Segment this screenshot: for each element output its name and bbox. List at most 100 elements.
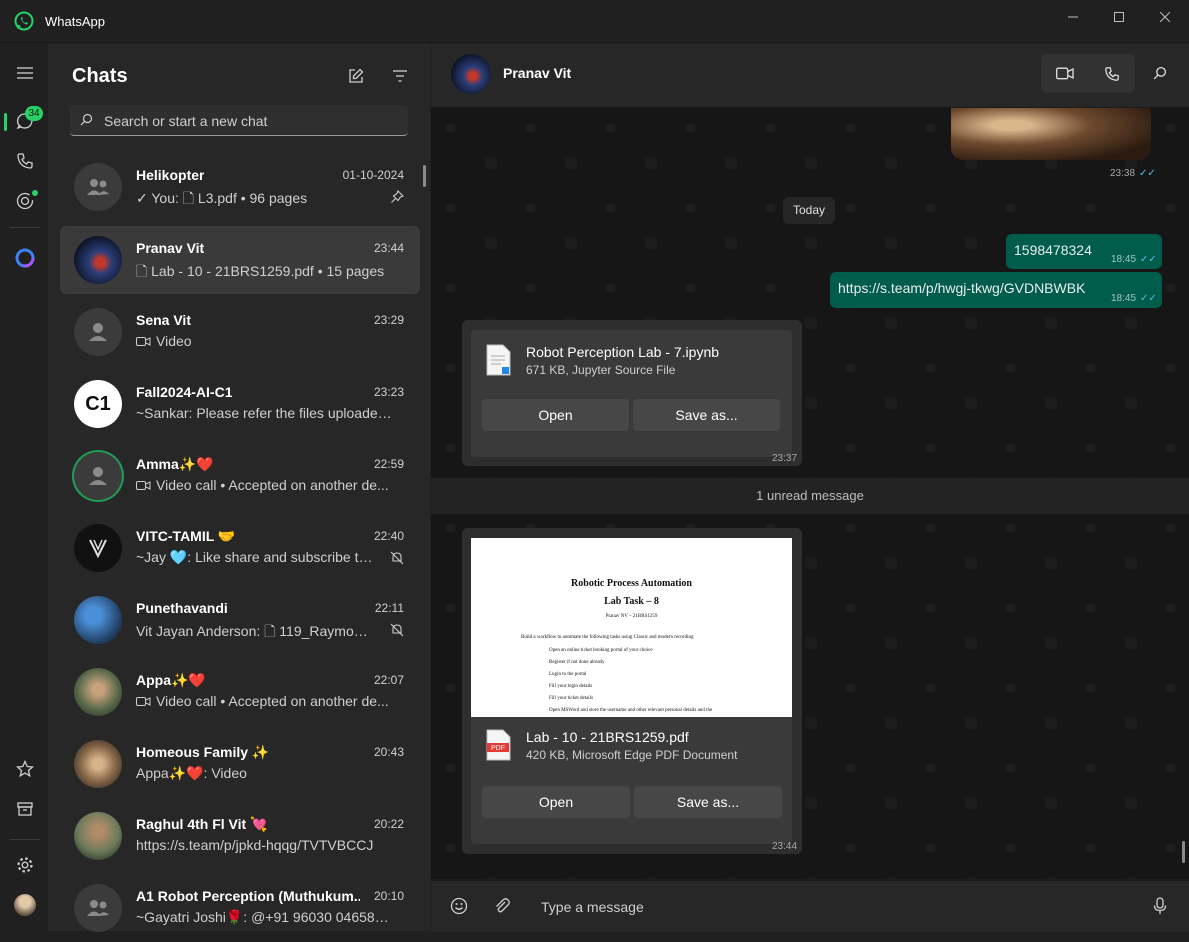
chat-item-helikopter[interactable]: Helikopter 01-10-2024 ✓ You: 🗋 L3.pdf • … [60, 153, 420, 221]
maximize-icon [1114, 12, 1124, 22]
message-time: 23:37 [772, 453, 798, 464]
maximize-button[interactable] [1096, 0, 1142, 34]
pdf-line: Open MSWord and store the username and o… [549, 708, 713, 713]
pdf-line: Open an online ticket booking portal of … [549, 648, 653, 653]
contact-avatar[interactable] [451, 54, 491, 94]
chat-preview: Video call • Accepted on another de... [156, 693, 389, 709]
archived-button[interactable] [12, 796, 38, 822]
read-ticks-icon: ✓✓ [1140, 293, 1157, 304]
chat-name: Homeous Family ✨ [136, 744, 270, 760]
chat-time: 22:11 [374, 601, 404, 615]
chat-time: 22:07 [373, 673, 404, 687]
title-bar: WhatsApp [0, 0, 1189, 43]
file-attachment: PDF Lab - 10 - 21BRS1259.pdf 420 KB, Mic… [471, 717, 792, 844]
unread-badge: 34 [25, 106, 43, 121]
pdf-subtitle: Lab Task – 8 [604, 596, 659, 607]
voice-message-button[interactable] [1149, 895, 1171, 917]
message-input[interactable] [539, 891, 1123, 923]
search-box[interactable] [70, 105, 408, 137]
file-meta: 420 KB, Microsoft Edge PDF Document [526, 748, 738, 762]
pdf-preview[interactable]: Robotic Process Automation Lab Task – 8 … [471, 538, 792, 717]
star-icon [16, 760, 34, 778]
message-link[interactable]: https://s.team/p/hwgj-tkwg/GVDNBWBK [838, 280, 1085, 296]
jupyter-file-icon [486, 344, 511, 376]
contact-avatar [74, 812, 122, 860]
save-as-button[interactable]: Save as... [633, 399, 780, 431]
filter-button[interactable] [389, 65, 411, 87]
video-icon [136, 337, 151, 346]
phone-icon [1104, 66, 1119, 81]
chat-item-sena-vit[interactable]: Sena Vit 23:29 Video [60, 298, 420, 366]
message-meta: 18:45 ✓✓ [1111, 254, 1157, 265]
chat-item-amma[interactable]: Amma✨❤️ 22:59 Video call • Accepted on a… [60, 442, 420, 510]
open-file-button[interactable]: Open [482, 399, 629, 431]
new-chat-button[interactable] [345, 65, 367, 87]
settings-button[interactable] [12, 852, 38, 878]
date-divider: Today [783, 197, 836, 224]
chat-item-homeous-family[interactable]: Homeous Family ✨ 20:43 Appa✨❤️: Video [60, 730, 420, 798]
meta-ai-ring-icon [15, 248, 35, 268]
close-window-button[interactable] [1142, 0, 1188, 34]
outgoing-message[interactable]: https://s.team/p/hwgj-tkwg/GVDNBWBK 18:4… [830, 272, 1162, 308]
pdf-line: Fill your ticket details [549, 696, 594, 701]
chat-item-a1-robot-perception[interactable]: A1 Robot Perception (Muthukum... 20:10 ~… [60, 874, 420, 942]
vitc-logo-icon [89, 539, 107, 559]
contact-avatar [74, 668, 122, 716]
profile-button[interactable] [12, 892, 38, 918]
video-call-button[interactable] [1041, 54, 1088, 93]
open-file-button[interactable]: Open [482, 786, 630, 818]
chat-preview: https://s.team/p/jpkd-hqqg/TVTVBCCJ [136, 837, 374, 853]
group-avatar: C1 [74, 380, 122, 428]
person-icon [89, 323, 107, 341]
phone-icon [17, 153, 33, 169]
message-meta: 18:45 ✓✓ [1111, 293, 1157, 304]
chat-item-raghul[interactable]: Raghul 4th Fl Vit 💘 20:22 https://s.team… [60, 802, 420, 870]
outgoing-message[interactable]: 1598478324 18:45 ✓✓ [1006, 234, 1162, 269]
contact-name[interactable]: Pranav Vit [503, 65, 571, 81]
search-in-chat-button[interactable] [1149, 62, 1171, 84]
avatar-text: C1 [85, 393, 111, 415]
conversation-pane: Pranav Vit 23:38 ✓✓ Today 1598478324 18:4… [431, 43, 1189, 932]
active-indicator [4, 113, 7, 131]
calls-nav-button[interactable] [12, 148, 38, 174]
chat-item-punethavandi[interactable]: Punethavandi 22:11 Vit Jayan Anderson: 🗋… [60, 586, 420, 654]
chat-item-appa[interactable]: Appa✨❤️ 22:07 Video call • Accepted on a… [60, 658, 420, 726]
group-avatar [74, 740, 122, 788]
pdf-line: Fill your login details [549, 684, 593, 689]
search-input[interactable] [102, 105, 396, 137]
voice-call-button[interactable] [1088, 54, 1135, 93]
group-icon [87, 900, 109, 916]
chat-preview: ✓ You: 🗋 L3.pdf • 96 pages [136, 190, 308, 206]
rail-divider [10, 839, 40, 840]
menu-button[interactable] [12, 60, 38, 86]
unread-divider: 1 unread message [431, 478, 1189, 514]
chat-item-fall2024-ai-c1[interactable]: C1 Fall2024-AI-C1 23:23 ~Sankar: Please … [60, 370, 420, 438]
attach-button[interactable] [491, 895, 513, 917]
chat-time: 23:44 [373, 241, 404, 255]
minimize-button[interactable] [1050, 0, 1096, 34]
profile-avatar [14, 894, 36, 916]
compose-icon [349, 68, 364, 83]
chat-item-vitc-tamil[interactable]: VITC-TAMIL 🤝 22:40 ~Jay 🩵: Like share an… [60, 514, 420, 582]
conversation-scrollbar[interactable] [1182, 841, 1185, 863]
meta-ai-button[interactable] [12, 245, 38, 271]
read-ticks-icon: ✓✓ [1140, 254, 1157, 265]
pdf-title: Robotic Process Automation [571, 578, 692, 589]
image-message[interactable] [951, 108, 1151, 160]
close-icon [1160, 12, 1170, 22]
chat-time: 20:22 [373, 817, 404, 831]
file-meta: 671 KB, Jupyter Source File [526, 363, 676, 377]
minimize-icon [1068, 16, 1078, 18]
chat-list-scrollbar[interactable] [423, 165, 426, 187]
chat-preview: Video [156, 333, 192, 349]
navigation-rail: 34 [0, 43, 48, 931]
status-new-dot [32, 190, 38, 196]
emoji-button[interactable] [448, 895, 470, 917]
chat-item-pranav-vit[interactable]: Pranav Vit 23:44 🗋 Lab - 10 - 21BRS1259.… [60, 226, 420, 294]
starred-button[interactable] [12, 756, 38, 782]
person-icon [89, 467, 107, 485]
chat-name: Punethavandi [136, 600, 228, 616]
save-as-button[interactable]: Save as... [634, 786, 782, 818]
pdf-line: Register if not done already [549, 660, 605, 665]
archive-icon [17, 802, 33, 816]
